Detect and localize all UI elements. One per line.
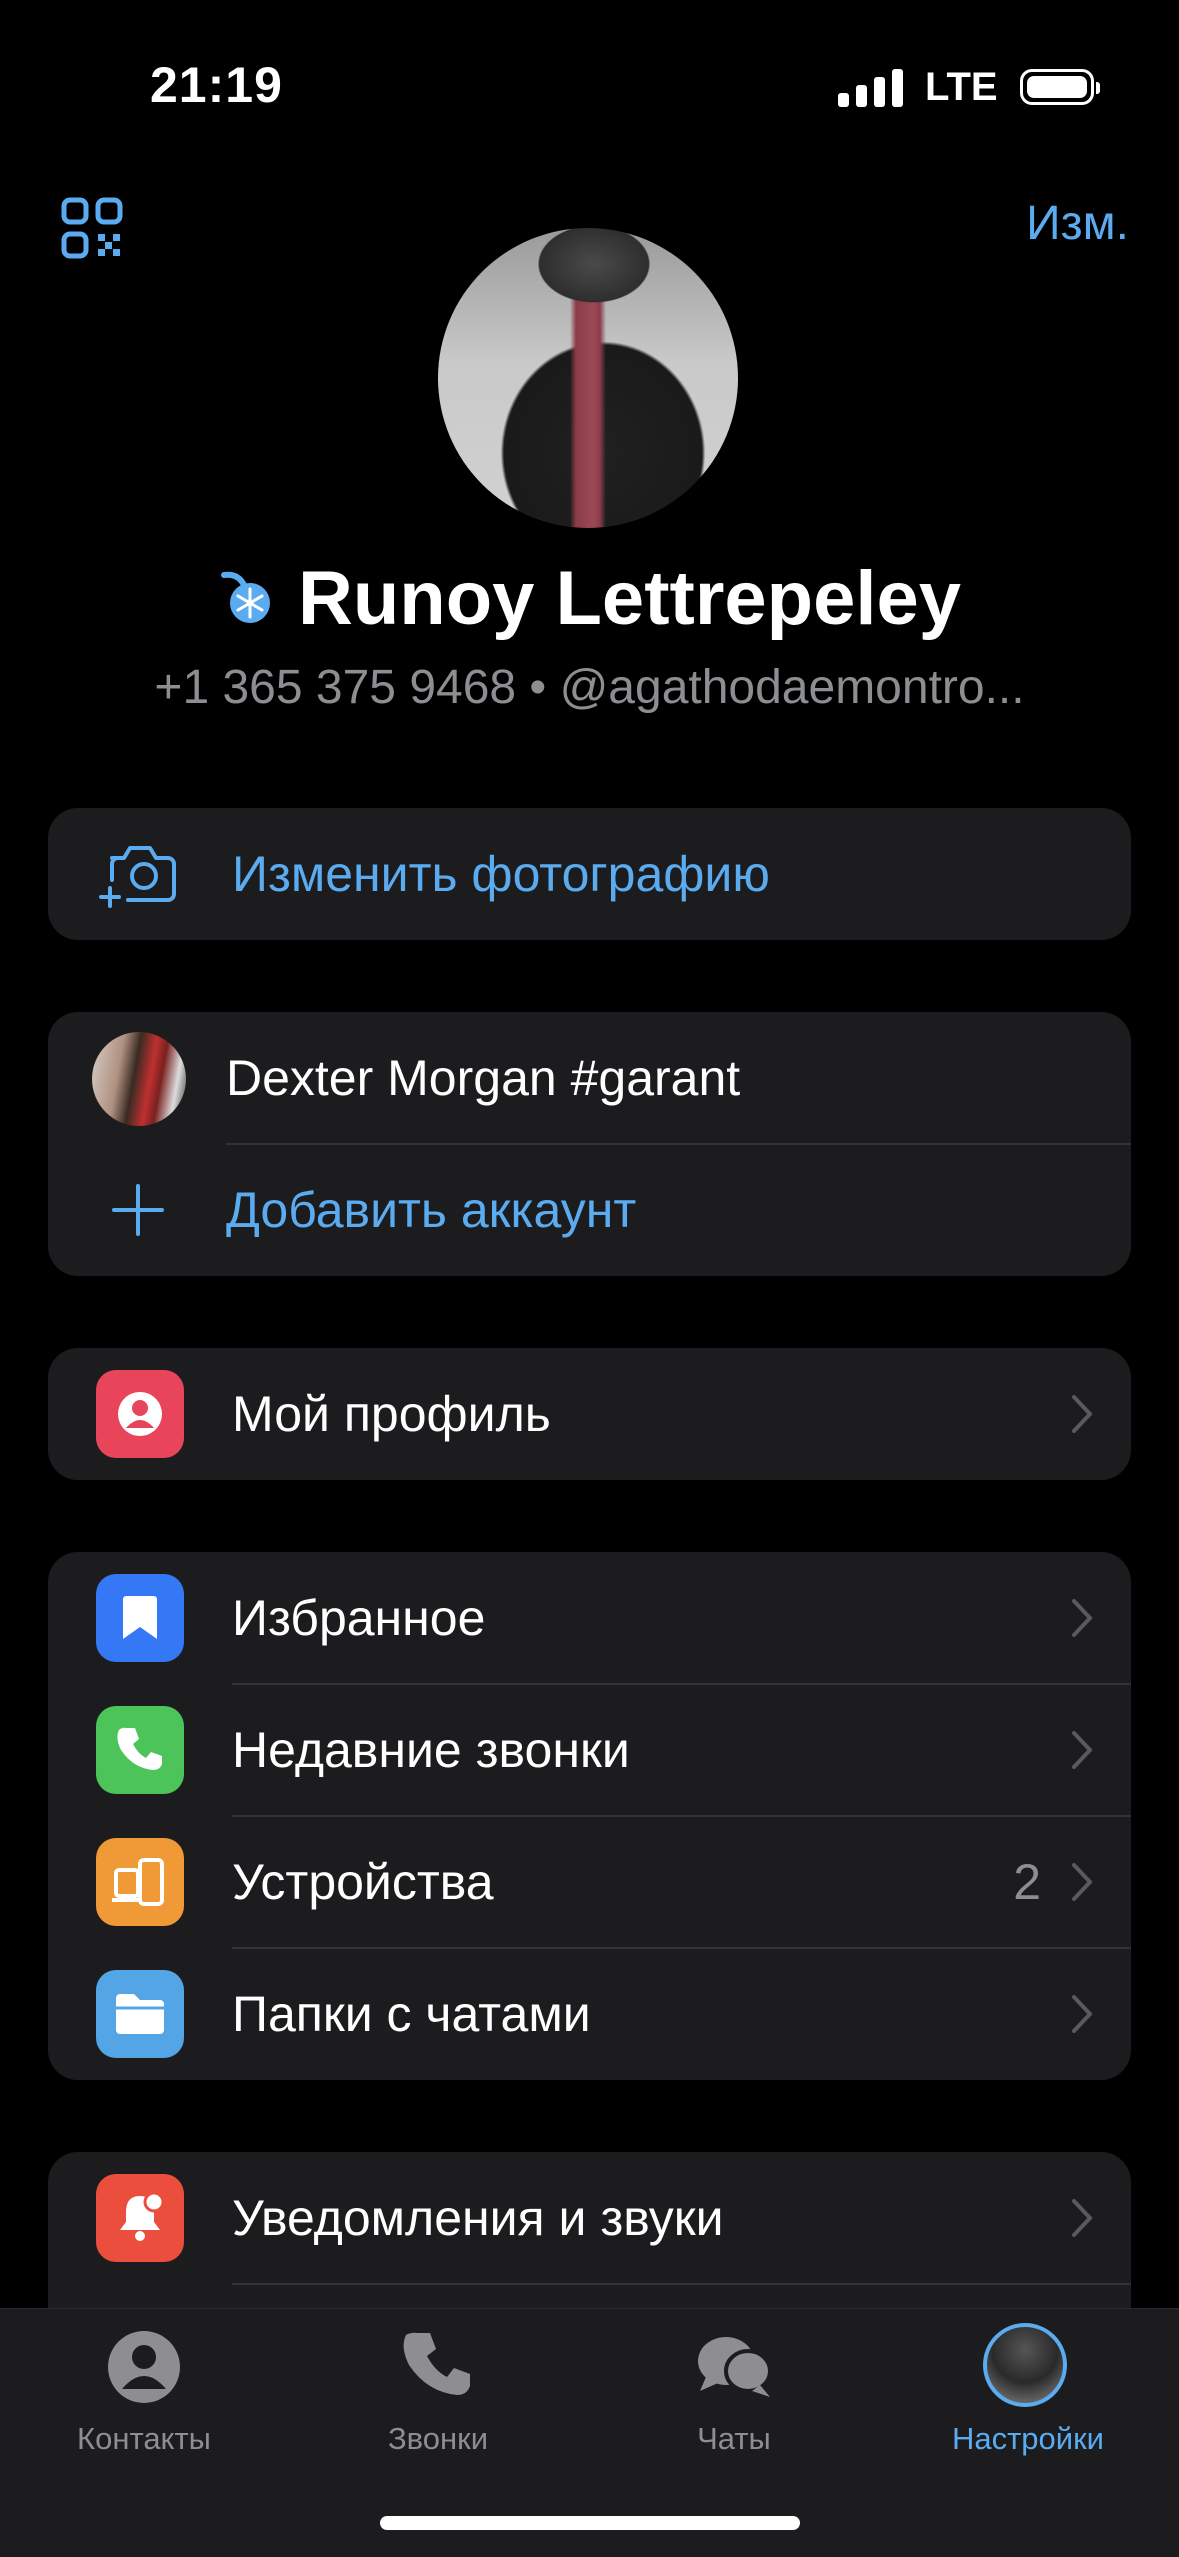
change-photo-row[interactable]: Изменить фотографию (48, 808, 1131, 940)
chevron-right-icon (1072, 1995, 1092, 2033)
chevron-right-icon (1072, 1863, 1092, 1901)
account-avatar (92, 1032, 186, 1126)
menu-item-chat-folders[interactable]: Папки с чатами (48, 1948, 1131, 2080)
add-account-row[interactable]: Добавить аккаунт (48, 1144, 1131, 1276)
edit-button[interactable]: Изм. (1026, 196, 1129, 251)
bell-icon (96, 2174, 184, 2262)
menu-item-recent-calls[interactable]: Недавние звонки (48, 1684, 1131, 1816)
my-profile-card: Мой профиль (48, 1348, 1131, 1480)
divider (232, 2283, 1131, 2285)
tab-contacts[interactable]: Контакты (4, 2309, 284, 2489)
tab-settings[interactable]: Настройки (888, 2309, 1168, 2489)
notifications-label: Уведомления и звуки (232, 2190, 724, 2246)
network-type: LTE (925, 64, 998, 109)
profile-phone-username[interactable]: +1 365 375 9468 • @agathodaemontro... (0, 660, 1179, 715)
main-menu-card: Избранное Недавние звонки Устройства 2 П… (48, 1552, 1131, 2080)
account-row[interactable]: Dexter Morgan #garant (48, 1012, 1131, 1144)
tab-label: Звонки (387, 2421, 489, 2456)
signal-icon (838, 67, 903, 107)
menu-item-favorites[interactable]: Избранное (48, 1552, 1131, 1684)
my-profile-row[interactable]: Мой профиль (48, 1348, 1131, 1480)
devices-count-badge: 2 (1013, 1854, 1041, 1910)
menu-item-label: Недавние звонки (232, 1722, 630, 1778)
tab-label: Настройки (951, 2421, 1104, 2456)
change-photo-card: Изменить фотографию (48, 808, 1131, 940)
tab-label: Чаты (697, 2421, 771, 2456)
profile-person-icon (96, 1370, 184, 1458)
tab-label: Контакты (77, 2421, 211, 2456)
phone-icon (403, 2332, 470, 2395)
home-indicator (380, 2516, 800, 2530)
person-circle-icon (108, 2331, 180, 2403)
account-name: Dexter Morgan #garant (226, 1050, 741, 1106)
devices-icon (96, 1838, 184, 1926)
status-indicators: LTE (838, 62, 1100, 112)
chevron-right-icon (1072, 2199, 1092, 2237)
profile-name: Runoy Lettrepeley (297, 556, 962, 641)
chevron-right-icon (1072, 1599, 1092, 1637)
add-photo-icon (99, 846, 176, 908)
folder-icon (96, 1970, 184, 2058)
profile-avatar[interactable] (438, 228, 738, 528)
plus-icon (112, 1184, 164, 1236)
snowflake-status-icon[interactable] (218, 569, 278, 629)
phone-icon (96, 1706, 184, 1794)
menu-item-devices[interactable]: Устройства 2 (48, 1816, 1131, 1948)
menu-item-label: Избранное (232, 1590, 486, 1646)
chevron-right-icon (1072, 1731, 1092, 1769)
menu-item-notifications[interactable]: Уведомления и звуки (48, 2152, 1131, 2284)
settings-avatar-icon (983, 2323, 1067, 2407)
accounts-card: Dexter Morgan #garant Добавить аккаунт (48, 1012, 1131, 1276)
menu-item-label: Папки с чатами (232, 1986, 591, 2042)
qr-code-icon[interactable] (60, 196, 124, 260)
tab-calls[interactable]: Звонки (298, 2309, 578, 2489)
profile-name-row: Runoy Lettrepeley (0, 555, 1179, 642)
chat-bubbles-icon (698, 2337, 772, 2397)
bookmark-icon (96, 1574, 184, 1662)
menu-item-label: Устройства (232, 1854, 494, 1910)
tab-chats[interactable]: Чаты (594, 2309, 874, 2489)
add-account-label: Добавить аккаунт (226, 1182, 637, 1238)
change-photo-label: Изменить фотографию (232, 846, 770, 902)
status-time: 21:19 (150, 57, 283, 113)
battery-icon (1019, 69, 1100, 105)
chevron-right-icon (1072, 1395, 1092, 1433)
my-profile-label: Мой профиль (232, 1386, 551, 1442)
